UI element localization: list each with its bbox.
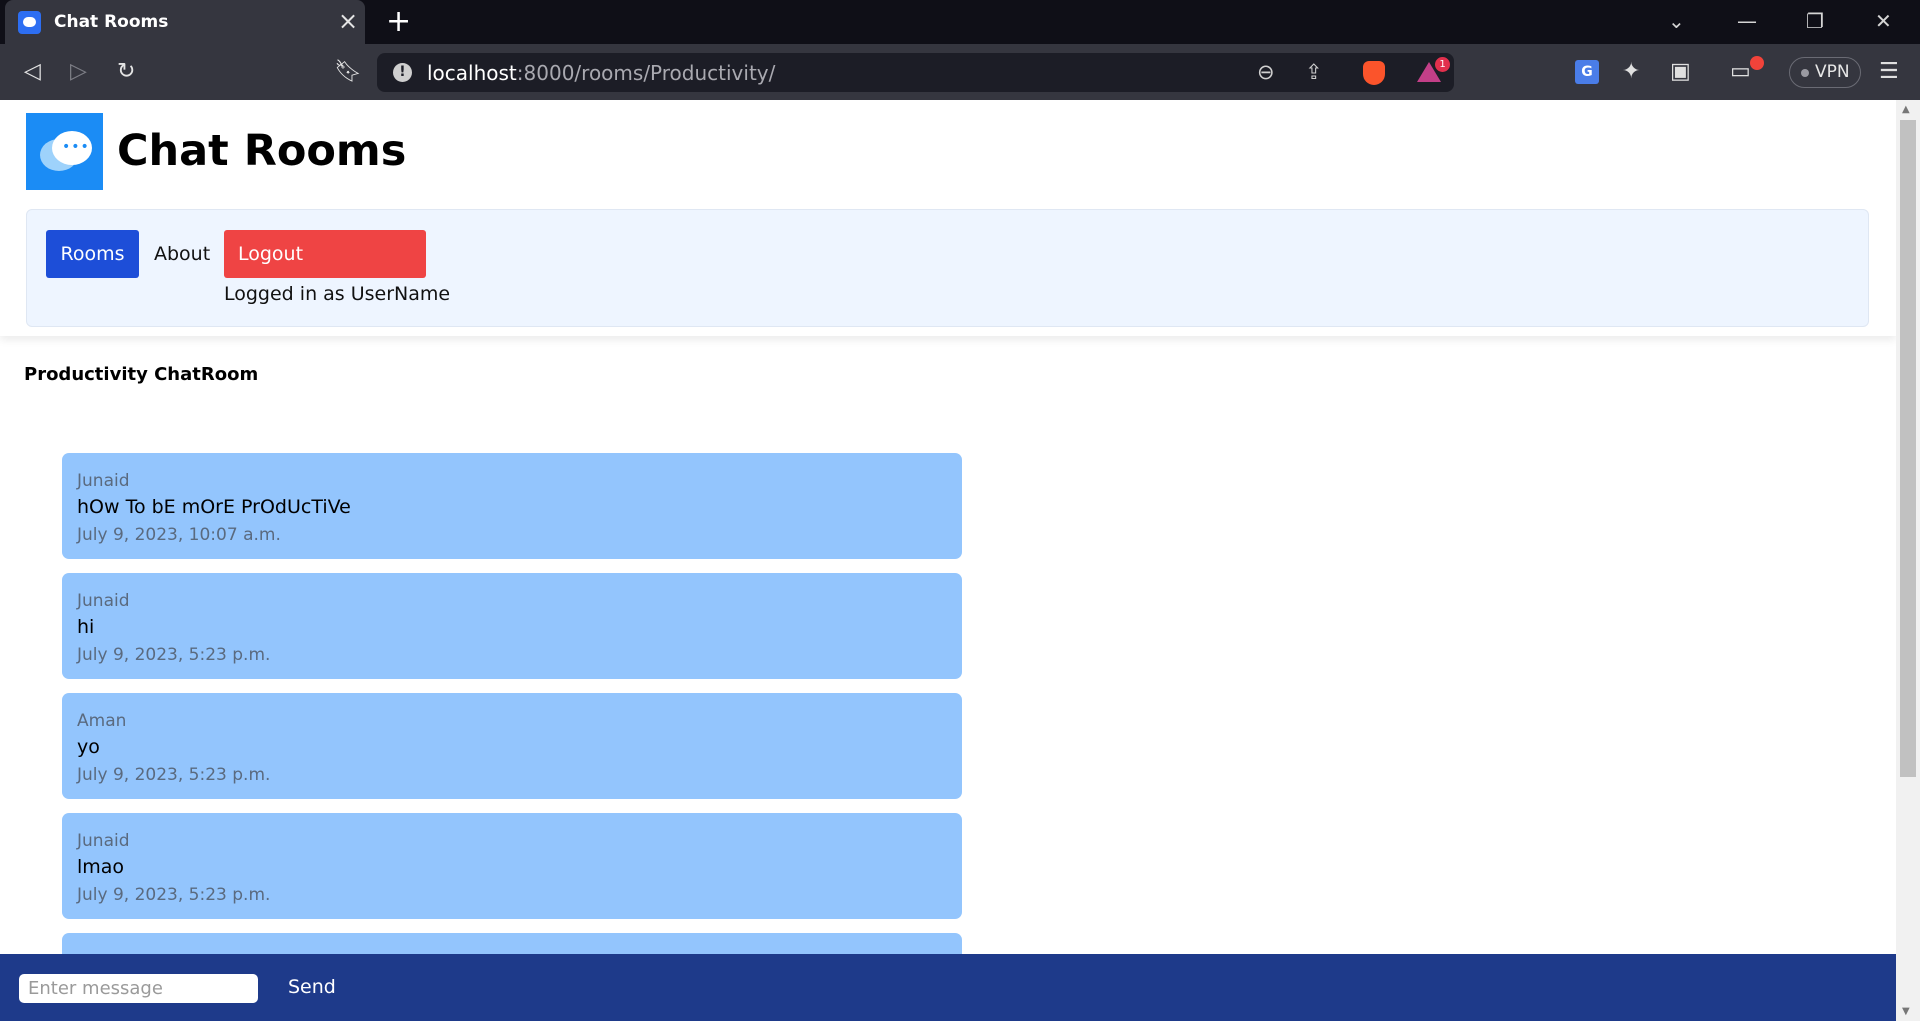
room-heading: Productivity ChatRoom	[24, 364, 259, 385]
brave-shields-icon[interactable]	[1363, 61, 1385, 85]
message-timestamp: July 9, 2023, 10:07 a.m.	[77, 525, 281, 545]
chat-favicon-icon	[18, 11, 41, 34]
url-text[interactable]: localhost:8000/rooms/Productivity/	[427, 61, 775, 85]
message-item: Junaid hi July 9, 2023, 5:23 p.m.	[62, 573, 962, 679]
url-host: localhost	[427, 61, 517, 85]
message-item: Junaid lmao July 9, 2023, 5:23 p.m.	[62, 813, 962, 919]
navbar: Rooms About Logout Logged in as UserName	[26, 209, 1869, 327]
message-text: yo	[77, 736, 100, 758]
page-header: ••• Chat Rooms Rooms About Logout Logged…	[0, 100, 1896, 336]
wallet-icon[interactable]: ▭	[1730, 59, 1751, 85]
zoom-out-icon[interactable]: ⊖	[1257, 60, 1275, 84]
page-viewport: ••• Chat Rooms Rooms About Logout Logged…	[0, 100, 1920, 1021]
close-icon[interactable]: ×	[338, 8, 358, 34]
message-text: lmao	[77, 856, 125, 878]
share-icon[interactable]: ⇪	[1305, 60, 1323, 84]
bookmark-icon[interactable]: 🔖︎	[334, 59, 362, 85]
chat-logo-icon: •••	[26, 113, 103, 190]
site-title: Chat Rooms	[117, 126, 407, 176]
tab-search-chevron-icon[interactable]: ⌄	[1668, 9, 1685, 33]
message-timestamp: July 9, 2023, 5:23 p.m.	[77, 765, 271, 785]
extensions-icon[interactable]: ✦	[1622, 59, 1640, 85]
restore-icon[interactable]: ❐	[1806, 9, 1824, 33]
address-bar[interactable]: ! localhost:8000/rooms/Productivity/ ⊖ ⇪…	[377, 53, 1454, 92]
message-item: Aman yo July 9, 2023, 5:23 p.m.	[62, 693, 962, 799]
logo-dots: •••	[62, 139, 90, 155]
reload-icon[interactable]: ↻	[117, 59, 135, 85]
message-text: hi	[77, 616, 95, 638]
browser-tabbar: Chat Rooms × + ⌄ — ❐ ✕	[0, 0, 1920, 44]
message-composer: Send	[0, 954, 1896, 1021]
translate-icon[interactable]: G	[1575, 60, 1599, 84]
sidebar-icon[interactable]: ▣	[1670, 59, 1691, 85]
rewards-badge: 1	[1435, 57, 1450, 72]
logged-in-status: Logged in as UserName	[224, 283, 451, 305]
logout-button[interactable]: Logout	[224, 230, 426, 278]
message-timestamp: July 9, 2023, 5:23 p.m.	[77, 645, 271, 665]
scroll-down-icon[interactable]: ▼	[1902, 1006, 1910, 1017]
message-text: hOw To bE mOrE PrOdUcTiVe	[77, 496, 351, 518]
forward-icon[interactable]: ▷	[70, 59, 87, 85]
tab-title: Chat Rooms	[54, 12, 169, 32]
message-input[interactable]	[19, 974, 258, 1003]
wallet-notification-dot	[1750, 56, 1764, 70]
message-author: Junaid	[77, 591, 130, 611]
new-tab-icon[interactable]: +	[386, 6, 411, 38]
page-scrollbar[interactable]: ▲ ▼	[1896, 100, 1920, 1021]
message-author: Aman	[77, 711, 127, 731]
scroll-up-icon[interactable]: ▲	[1902, 104, 1910, 115]
about-link[interactable]: About	[154, 243, 210, 265]
scroll-thumb[interactable]	[1900, 120, 1916, 777]
message-author: Junaid	[77, 471, 130, 491]
menu-icon[interactable]: ☰	[1879, 59, 1899, 85]
browser-toolbar: ◁ ▷ ↻ 🔖︎ ! localhost:8000/rooms/Producti…	[0, 44, 1920, 100]
minimize-icon[interactable]: —	[1737, 9, 1757, 33]
site-info-icon[interactable]: !	[393, 63, 412, 82]
message-item: Junaid hOw To bE mOrE PrOdUcTiVe July 9,…	[62, 453, 962, 559]
vpn-button[interactable]: VPN	[1789, 57, 1861, 88]
back-icon[interactable]: ◁	[24, 59, 41, 85]
browser-tab[interactable]: Chat Rooms ×	[5, 0, 365, 44]
message-list[interactable]: Junaid hOw To bE mOrE PrOdUcTiVe July 9,…	[62, 453, 962, 1021]
rooms-button[interactable]: Rooms	[46, 230, 139, 278]
message-timestamp: July 9, 2023, 5:23 p.m.	[77, 885, 271, 905]
url-path: :8000/rooms/Productivity/	[516, 61, 776, 85]
message-author: Junaid	[77, 831, 130, 851]
send-button[interactable]: Send	[288, 976, 336, 998]
window-close-icon[interactable]: ✕	[1875, 9, 1892, 33]
